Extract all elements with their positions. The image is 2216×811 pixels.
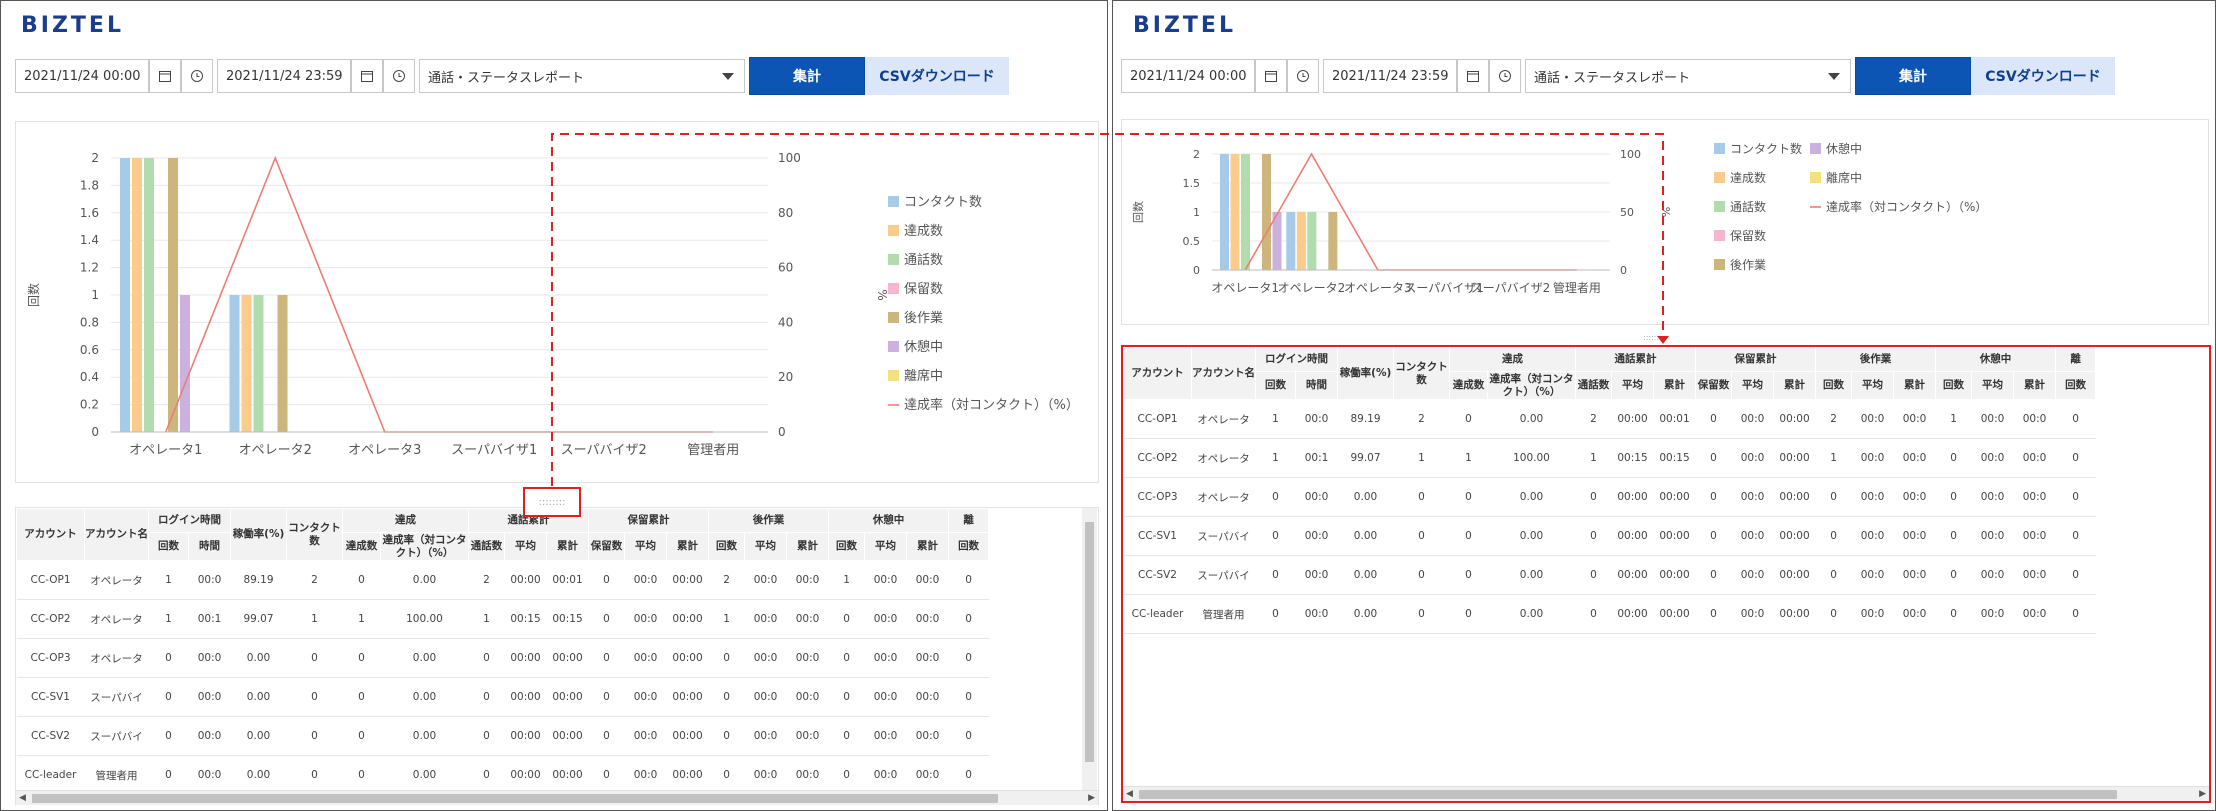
- arrowhead-icon: [1657, 336, 1669, 344]
- connector-overlay: [551, 133, 1669, 486]
- dashed-connector: [551, 133, 1664, 486]
